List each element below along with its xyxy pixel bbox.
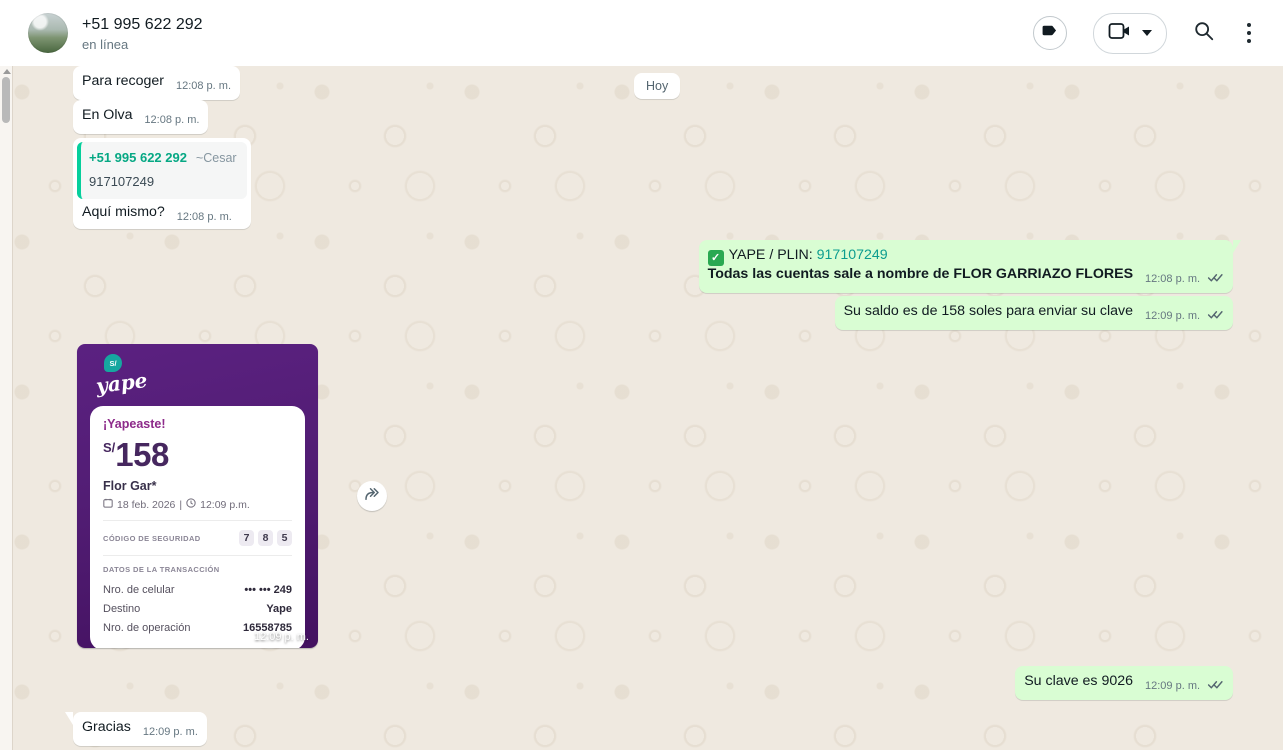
transaction-row: Nro. de celular ••• ••• 249 — [103, 581, 292, 600]
message-aqui-mismo[interactable]: +51 995 622 292 ~Cesar 917107249 Aquí mi… — [73, 138, 251, 229]
check-mark-emoji — [708, 250, 724, 266]
label-button[interactable] — [1033, 16, 1067, 50]
chat-message-area: Hoy Para recoger 12:08 p. m. En Olva 12:… — [0, 66, 1283, 750]
yape-badge-icon: S/ — [104, 354, 122, 372]
yape-logo: S/ yape — [96, 354, 305, 395]
chat-header: +51 995 622 292 en línea — [0, 0, 1283, 66]
row-value: Yape — [266, 600, 292, 619]
yape-receipt: S/ yape ¡Yapeaste! S/158 Flor Gar* 18 fe… — [77, 344, 318, 648]
kebab-dot — [1247, 39, 1251, 43]
image-message-time: 12:09 p. m. — [254, 631, 309, 643]
menu-button[interactable] — [1241, 21, 1257, 45]
message-clave[interactable]: Su clave es 9026 12:09 p. m. — [1015, 666, 1233, 700]
message-time: 12:09 p. m. — [143, 723, 198, 742]
security-digit: 7 — [239, 530, 254, 546]
row-label: Destino — [103, 600, 140, 619]
receipt-title: ¡Yapeaste! — [103, 417, 292, 431]
quoted-text: 917107249 — [89, 172, 237, 191]
calendar-icon — [103, 498, 113, 511]
receipt-payee: Flor Gar* — [103, 479, 292, 493]
contact-info[interactable]: +51 995 622 292 en línea — [82, 15, 203, 52]
message-time: 12:09 p. m. — [1145, 307, 1200, 326]
transaction-row: Destino Yape — [103, 600, 292, 619]
message-saldo[interactable]: Su saldo es de 158 soles para enviar su … — [835, 296, 1233, 330]
security-digit: 8 — [258, 530, 273, 546]
security-code-row: CÓDIGO DE SEGURIDAD 7 8 5 — [103, 530, 292, 546]
message-time: 12:09 p. m. — [1145, 677, 1200, 696]
row-value: ••• ••• 249 — [244, 581, 292, 600]
message-bubble[interactable]: Su saldo es de 158 soles para enviar su … — [835, 296, 1233, 330]
contact-name: +51 995 622 292 — [82, 15, 203, 35]
message-time: 12:08 p. m. — [176, 77, 231, 96]
chevron-down-icon — [1142, 30, 1152, 36]
row-label: Nro. de celular — [103, 581, 175, 600]
video-camera-icon — [1108, 22, 1132, 45]
message-bubble[interactable]: En Olva 12:08 p. m. — [73, 100, 208, 134]
kebab-dot — [1247, 31, 1251, 35]
message-bubble[interactable]: Para recoger 12:08 p. m. — [73, 66, 240, 100]
label-icon — [1041, 21, 1060, 45]
message-text: YAPE / PLIN: — [729, 247, 817, 263]
yape-wordmark: yape — [95, 368, 149, 398]
amount-value: 158 — [115, 436, 169, 473]
message-text: Para recoger — [82, 73, 164, 89]
message-bubble[interactable]: +51 995 622 292 ~Cesar 917107249 Aquí mi… — [73, 138, 251, 229]
scrollbar-thumb[interactable] — [2, 77, 10, 123]
security-code-digits: 7 8 5 — [239, 530, 292, 546]
transaction-rows: Nro. de celular ••• ••• 249 Destino Yape… — [103, 581, 292, 638]
datetime-divider: | — [179, 499, 182, 511]
scroll-up-arrow[interactable] — [3, 69, 11, 74]
quoted-sender-name: +51 995 622 292 — [89, 150, 187, 165]
message-bold-text: Todas las cuentas sale a nombre de FLOR … — [708, 266, 1133, 282]
date-chip: Hoy — [634, 73, 680, 99]
clock-icon — [186, 498, 196, 511]
currency-symbol: S/ — [103, 440, 115, 455]
receipt-datetime: 18 feb. 2026 | 12:09 p.m. — [103, 498, 292, 511]
search-button[interactable] — [1193, 20, 1215, 47]
receipt-amount: S/158 — [103, 436, 292, 474]
message-gracias[interactable]: Gracias 12:09 p. m. — [73, 712, 207, 746]
receipt-card: ¡Yapeaste! S/158 Flor Gar* 18 feb. 2026 … — [90, 406, 305, 648]
whatsapp-chat-window: +51 995 622 292 en línea — [0, 0, 1283, 750]
message-para-recoger[interactable]: Para recoger 12:08 p. m. — [73, 66, 240, 100]
contact-status: en línea — [82, 37, 203, 52]
header-actions — [1033, 13, 1257, 54]
message-bubble[interactable]: Gracias 12:09 p. m. — [73, 712, 207, 746]
message-time: 12:08 p. m. — [1145, 270, 1200, 289]
message-text: Gracias — [82, 719, 131, 735]
video-call-button[interactable] — [1093, 13, 1167, 54]
forward-arrow-icon — [363, 485, 381, 508]
security-digit: 5 — [277, 530, 292, 546]
receipt-time: 12:09 p.m. — [200, 499, 250, 511]
message-time: 12:08 p. m. — [177, 208, 232, 227]
delivered-ticks-icon — [1207, 270, 1224, 289]
message-text: Su clave es 9026 — [1024, 673, 1133, 689]
row-label: Nro. de operación — [103, 619, 190, 638]
transaction-data-label: DATOS DE LA TRANSACCIÓN — [103, 565, 292, 574]
message-receipt-image[interactable]: S/ yape ¡Yapeaste! S/158 Flor Gar* 18 fe… — [77, 344, 318, 648]
message-bubble[interactable]: YAPE / PLIN: 917107249 Todas las cuentas… — [699, 240, 1233, 293]
delivered-ticks-icon — [1207, 307, 1224, 326]
chat-scrollbar[interactable] — [0, 66, 13, 750]
contact-avatar[interactable] — [28, 13, 68, 53]
message-bubble[interactable]: Su clave es 9026 12:09 p. m. — [1015, 666, 1233, 700]
message-yape-plin[interactable]: YAPE / PLIN: 917107249 Todas las cuentas… — [699, 240, 1233, 293]
forward-message-button[interactable] — [357, 481, 387, 511]
quoted-sender-alias: ~Cesar — [196, 151, 237, 165]
search-icon — [1193, 29, 1215, 46]
security-code-label: CÓDIGO DE SEGURIDAD — [103, 534, 201, 543]
receipt-date: 18 feb. 2026 — [117, 499, 175, 511]
message-en-olva[interactable]: En Olva 12:08 p. m. — [73, 100, 208, 134]
message-text: Aquí mismo? — [82, 204, 165, 220]
phone-number-link[interactable]: 917107249 — [817, 247, 888, 263]
delivered-ticks-icon — [1207, 677, 1224, 696]
message-text: Su saldo es de 158 soles para enviar su … — [844, 303, 1133, 319]
kebab-dot — [1247, 23, 1251, 27]
message-text: En Olva — [82, 107, 132, 123]
quoted-message[interactable]: +51 995 622 292 ~Cesar 917107249 — [77, 142, 247, 199]
message-time: 12:08 p. m. — [144, 111, 199, 130]
